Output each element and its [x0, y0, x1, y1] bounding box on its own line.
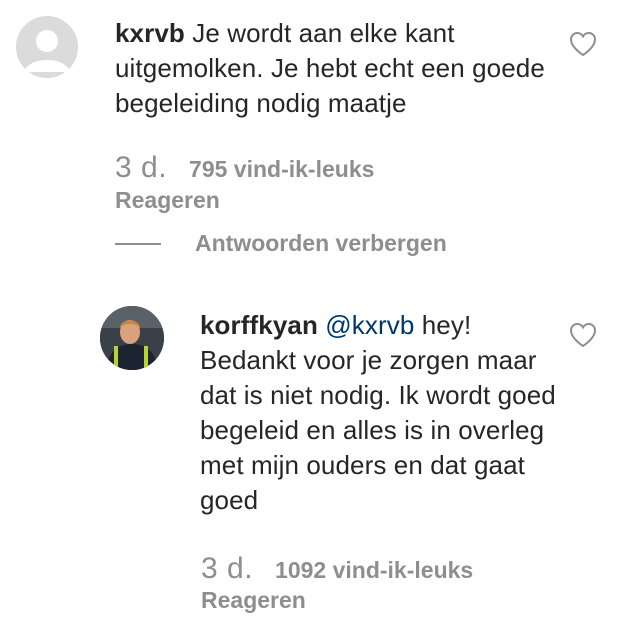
divider-line — [115, 242, 161, 245]
heart-outline-icon — [569, 322, 597, 348]
comment-meta: 3 d. 795 vind-ik-leuks — [115, 151, 374, 185]
like-button[interactable] — [569, 322, 597, 348]
reply-meta: 3 d. 1092 vind-ik-leuks — [201, 552, 473, 586]
reply-body: korffkyan @kxrvb hey! Bedankt voor je zo… — [200, 308, 560, 518]
default-avatar-icon — [16, 16, 78, 78]
like-button[interactable] — [569, 31, 597, 57]
reply-username[interactable]: korffkyan — [200, 310, 318, 340]
reply-likes[interactable]: 1092 vind-ik-leuks — [275, 557, 473, 583]
comment-likes[interactable]: 795 vind-ik-leuks — [189, 156, 374, 182]
reply-text: hey! Bedankt voor je zorgen maar dat is … — [200, 310, 556, 515]
profile-photo — [100, 306, 164, 370]
comment-time[interactable]: 3 d. — [115, 151, 167, 184]
avatar-kxrvb[interactable] — [16, 16, 78, 78]
avatar-korffkyan[interactable] — [100, 306, 164, 370]
reply-button[interactable]: Reageren — [115, 187, 220, 214]
hide-replies-button[interactable]: Antwoorden verbergen — [115, 230, 447, 257]
reply-button[interactable]: Reageren — [201, 587, 306, 614]
comment-body: kxrvb Je wordt aan elke kant uitgemolken… — [115, 16, 545, 121]
hide-replies-label: Antwoorden verbergen — [195, 230, 447, 256]
reply-mention[interactable]: @kxrvb — [325, 310, 414, 340]
reply-time[interactable]: 3 d. — [201, 552, 253, 585]
comment-username[interactable]: kxrvb — [115, 18, 185, 48]
heart-outline-icon — [569, 31, 597, 57]
